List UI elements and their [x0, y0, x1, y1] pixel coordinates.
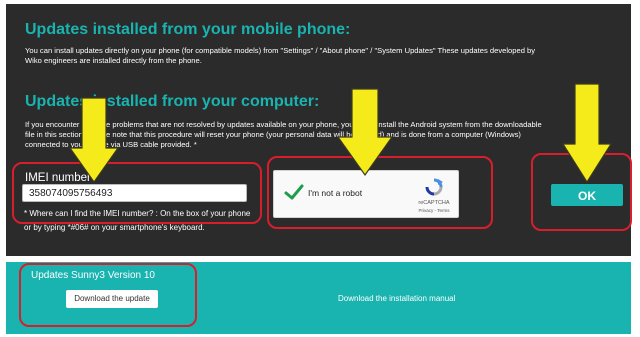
imei-highlight-ring [12, 162, 262, 224]
mobile-updates-text-line1: You can install updates directly on your… [25, 46, 536, 55]
mobile-updates-text-line2: Wiko engineers are installed directly fr… [25, 56, 202, 65]
arrow-down-icon [561, 83, 613, 184]
update-highlight-ring [19, 263, 197, 327]
arrow-down-icon [68, 97, 120, 184]
mobile-updates-heading: Updates installed from your mobile phone… [25, 21, 351, 38]
download-manual-link[interactable]: Download the installation manual [338, 294, 455, 303]
arrow-down-icon [336, 88, 394, 177]
